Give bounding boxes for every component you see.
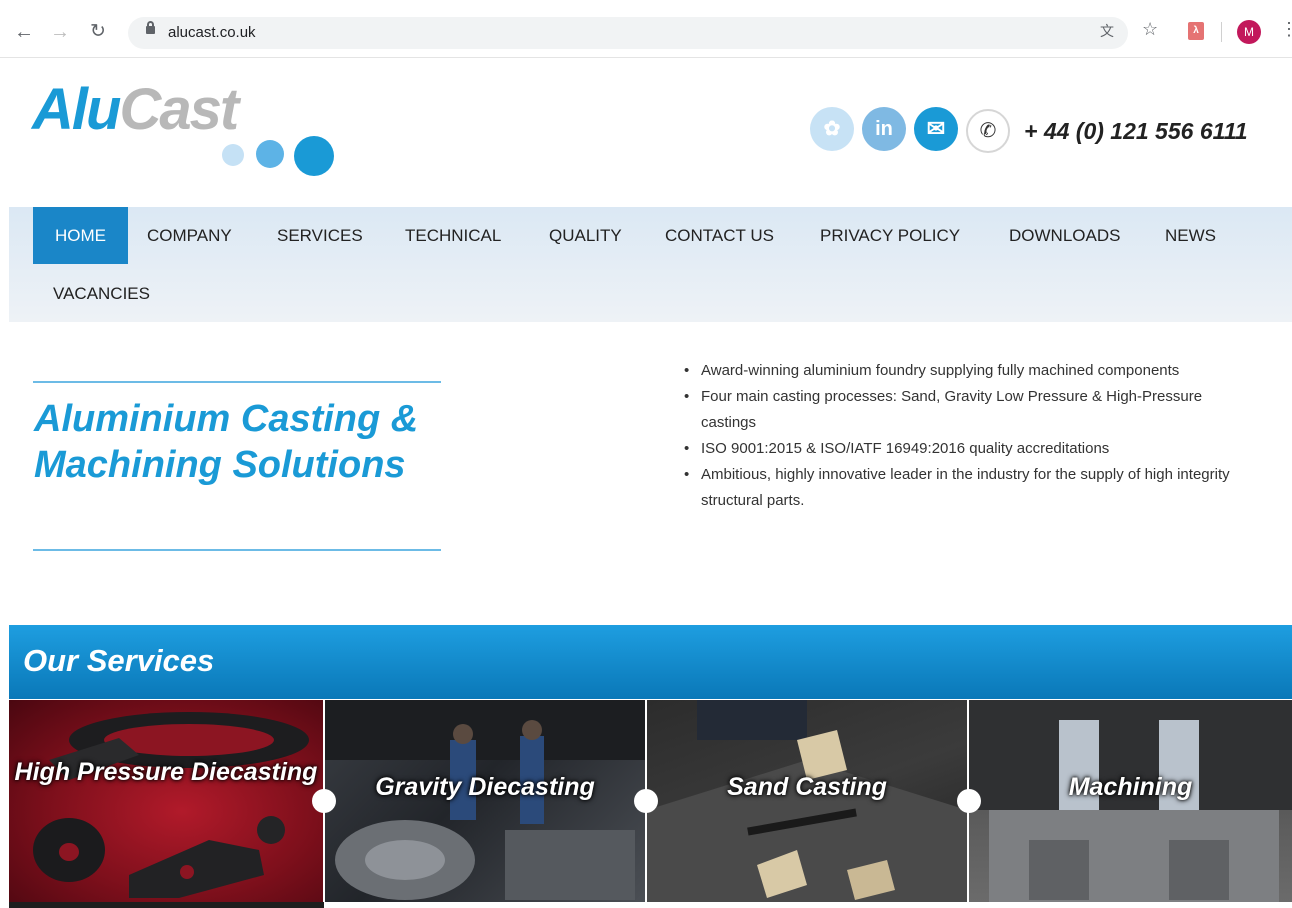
nav-quality[interactable]: QUALITY [527,207,644,264]
logo-alu: Alu [32,77,121,142]
pdf-extension-icon[interactable]: λ [1188,22,1204,40]
forward-arrow-icon[interactable]: → [50,20,70,44]
hero-top-rule [33,381,441,383]
slider-dot[interactable] [634,789,658,813]
linkedin-label: in [875,118,893,140]
nav-downloads[interactable]: DOWNLOADS [987,207,1142,264]
profile-avatar[interactable]: M [1237,20,1261,44]
nav-news[interactable]: NEWS [1143,207,1238,264]
reload-icon[interactable]: ↻ [90,20,106,44]
translate-icon[interactable]: 文 [1100,21,1114,41]
nav-contact-us[interactable]: CONTACT US [643,207,796,264]
twitter-icon[interactable]: ✿ [810,107,854,151]
menu-kebab-icon[interactable]: ⋮ [1280,19,1292,40]
logo-dot-large [294,136,334,176]
hero-bullet: Ambitious, highly innovative leader in t… [680,462,1250,514]
hero-bullet: ISO 9001:2015 & ISO/IATF 16949:2016 qual… [680,436,1250,462]
logo-dot-small [222,144,244,166]
logo-dot-medium [256,140,284,168]
lock-icon [146,21,155,34]
slider-dot[interactable] [957,789,981,813]
logo-wordmark: AluCast [32,76,239,143]
page-bottom-strip [9,902,324,908]
main-navigation: HOME COMPANY SERVICES TECHNICAL QUALITY … [9,207,1292,322]
nav-home[interactable]: HOME [33,207,128,264]
alucast-logo[interactable]: AluCast [32,76,342,186]
service-label: Sand Casting [727,773,887,801]
service-label: High Pressure Diecasting [14,758,318,786]
service-tile-machining[interactable]: Machining [969,700,1292,902]
service-tile-high-pressure-diecasting[interactable]: High Pressure Diecasting [9,700,323,902]
linkedin-icon[interactable]: in [862,107,906,151]
logo-cast: Cast [119,77,239,142]
email-icon[interactable]: ✉ [914,107,958,151]
service-image [33,712,309,898]
nav-company[interactable]: COMPANY [125,207,254,264]
service-tile-sand-casting[interactable]: Sand Casting [647,700,967,902]
service-label: Gravity Diecasting [375,773,595,801]
nav-technical[interactable]: TECHNICAL [383,207,523,264]
browser-toolbar: ← → ↻ alucast.co.uk 文 ☆ λ M ⋮ [0,0,1292,58]
phone-number[interactable]: + 44 (0) 121 556 6111 [1024,118,1248,145]
address-bar[interactable]: alucast.co.uk [128,17,1128,49]
bookmark-star-icon[interactable]: ☆ [1142,19,1158,40]
hero-bullet: Award-winning aluminium foundry supplyin… [680,358,1250,384]
hero-bottom-rule [33,549,441,551]
nav-privacy-policy[interactable]: PRIVACY POLICY [798,207,982,264]
phone-icon[interactable]: ✆ [966,109,1010,153]
hero-bullet: Four main casting processes: Sand, Gravi… [680,384,1250,436]
service-tile-gravity-diecasting[interactable]: Gravity Diecasting [325,700,645,902]
services-header: Our Services [9,625,1292,699]
back-arrow-icon[interactable]: ← [14,20,34,44]
services-title: Our Services [23,643,215,678]
toolbar-divider [1221,22,1222,42]
hero-bullet-list: Award-winning aluminium foundry supplyin… [680,358,1250,514]
nav-services[interactable]: SERVICES [255,207,385,264]
nav-vacancies[interactable]: VACANCIES [31,265,172,322]
url-text: alucast.co.uk [168,24,256,41]
hero-title: Aluminium Casting & Machining Solutions [34,398,419,486]
slider-dot[interactable] [312,789,336,813]
service-label: Machining [1068,773,1193,801]
